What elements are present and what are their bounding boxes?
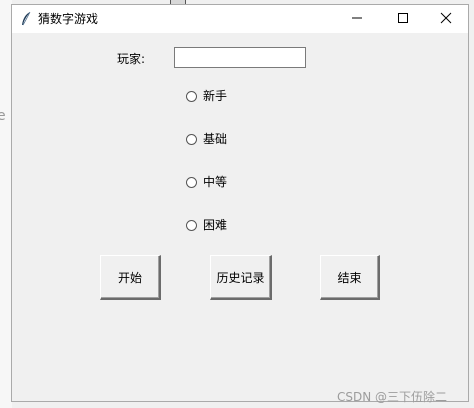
window-title: 猜数字游戏	[38, 12, 99, 26]
minimize-button[interactable]	[335, 5, 379, 33]
radio-button[interactable]	[186, 133, 197, 145]
radio-button[interactable]	[186, 219, 197, 231]
client-area: 玩家: 新手 基础 中等 困难 开始 历史记录 结束	[12, 33, 468, 401]
app-window: 猜数字游戏 玩家: 新手 基础 中等 困难 开始 历史记录 结束	[11, 4, 469, 402]
watermark: CSDN @三下伍除二	[337, 390, 448, 404]
radio-label: 中等	[203, 175, 228, 189]
minimize-icon	[351, 12, 363, 27]
radio-label: 新手	[203, 89, 228, 103]
radio-button[interactable]	[186, 176, 197, 188]
maximize-icon	[397, 12, 409, 27]
radio-difficulty-hard[interactable]: 困难	[186, 218, 227, 232]
feather-icon	[20, 11, 32, 27]
radio-button[interactable]	[186, 90, 197, 102]
radio-label: 困难	[203, 218, 228, 232]
radio-difficulty-basic[interactable]: 基础	[186, 132, 227, 146]
radio-difficulty-novice[interactable]: 新手	[186, 89, 227, 103]
close-button[interactable]	[424, 5, 468, 33]
history-button[interactable]: 历史记录	[210, 255, 272, 300]
player-name-input[interactable]	[174, 47, 306, 68]
end-button[interactable]: 结束	[320, 255, 380, 300]
close-icon	[440, 12, 452, 27]
radio-label: 基础	[203, 132, 228, 146]
maximize-button[interactable]	[381, 5, 425, 33]
background-text-fragment: e	[0, 108, 6, 124]
radio-difficulty-medium[interactable]: 中等	[186, 175, 227, 189]
start-button[interactable]: 开始	[100, 255, 161, 300]
title-bar[interactable]: 猜数字游戏	[12, 5, 468, 33]
player-label: 玩家:	[117, 52, 146, 66]
